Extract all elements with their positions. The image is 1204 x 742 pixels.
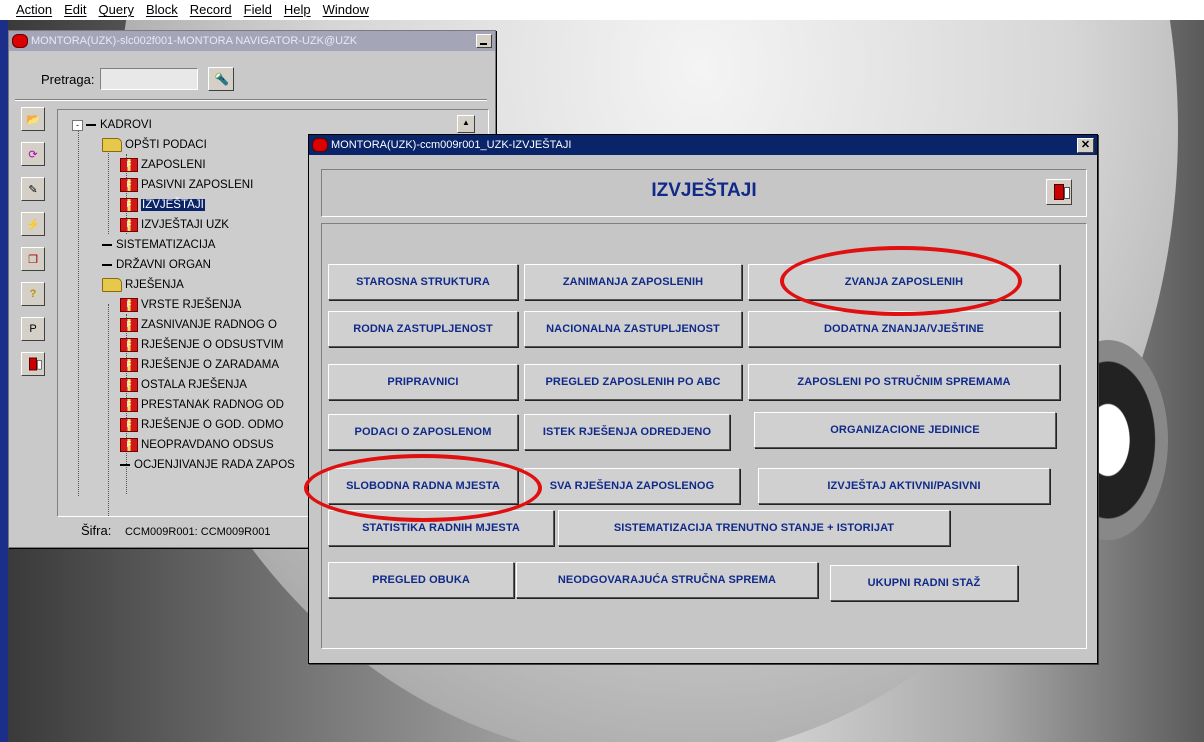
form-icon: F: [120, 438, 138, 452]
btn-istek-rjesenja[interactable]: ISTEK RJEŠENJA ODREDJENO: [524, 414, 730, 450]
menu-block[interactable]: Block: [144, 2, 180, 22]
btn-rodna-zastupljenost[interactable]: RODNA ZASTUPLJENOST: [328, 311, 518, 347]
btn-zvanja-zaposlenih[interactable]: ZVANJA ZAPOSLENIH: [748, 264, 1060, 300]
form-icon: F: [120, 398, 138, 412]
btn-starosna-struktura[interactable]: STAROSNA STRUKTURA: [328, 264, 518, 300]
tree-node-god-odmor[interactable]: F RJEŠENJE O GOD. ODMO: [120, 415, 284, 435]
tree-node-izvjestaji[interactable]: F IZVJEŠTAJI: [120, 195, 205, 215]
oracle-app-icon: [12, 34, 28, 48]
menu-record[interactable]: Record: [188, 2, 234, 22]
tree-node-izvjestaji-uzk[interactable]: F IZVJEŠTAJI UZK: [120, 215, 229, 235]
btn-pregled-obuka[interactable]: PREGLED OBUKA: [328, 562, 514, 598]
tree-node-kadrovi[interactable]: - KADROVI: [72, 115, 152, 135]
btn-organizacione-jedinice[interactable]: ORGANIZACIONE JEDINICE: [754, 412, 1056, 448]
form-icon: F: [120, 338, 138, 352]
form-icon: F: [120, 358, 138, 372]
sifra-value: CCM009R001: CCM009R001: [124, 526, 271, 538]
tree-node-drzavni-organ[interactable]: DRŽAVNI ORGAN: [102, 255, 211, 275]
btn-pripravnici[interactable]: PRIPRAVNICI: [328, 364, 518, 400]
btn-slobodna-radna-mjesta[interactable]: SLOBODNA RADNA MJESTA: [328, 468, 518, 504]
search-input[interactable]: [100, 68, 199, 90]
btn-nacionalna-zastupljenost[interactable]: NACIONALNA ZASTUPLJENOST: [524, 311, 742, 347]
reports-button-panel: STAROSNA STRUKTURA ZANIMANJA ZAPOSLENIH …: [321, 223, 1087, 649]
close-icon[interactable]: ✕: [1077, 137, 1094, 153]
menu-bar: Action Edit Query Block Record Field Hel…: [14, 2, 371, 22]
form-icon: F: [120, 178, 138, 192]
btn-sva-rjesenja-zaposlenog[interactable]: SVA RJEŠENJA ZAPOSLENOG: [524, 468, 740, 504]
exit-door-icon[interactable]: [1046, 179, 1072, 205]
menu-window[interactable]: Window: [321, 2, 371, 22]
reports-dialog: MONTORA(UZK)-ccm009r001_UZK-IZVJEŠTAJI ✕…: [308, 134, 1098, 664]
form-icon: F: [120, 218, 138, 232]
open-folder-icon: [102, 278, 122, 292]
exit-icon[interactable]: [21, 352, 45, 376]
search-label: Pretraga:: [41, 71, 95, 87]
tree-node-zasnivanje[interactable]: F ZASNIVANJE RADNOG O: [120, 315, 277, 335]
menu-field[interactable]: Field: [242, 2, 274, 22]
form-icon: F: [120, 298, 138, 312]
refresh-icon[interactable]: ⟳: [21, 142, 45, 166]
btn-sistematizacija-stanje[interactable]: SISTEMATIZACIJA TRENUTNO STANJE + ISTORI…: [558, 510, 950, 546]
btn-dodatna-znanja[interactable]: DODATNA ZNANJA/VJEŠTINE: [748, 311, 1060, 347]
menu-edit[interactable]: Edit: [62, 2, 88, 22]
tree-node-ostala-rjesenja[interactable]: F OSTALA RJEŠENJA: [120, 375, 247, 395]
form-icon: F: [120, 198, 138, 212]
menu-action[interactable]: Action: [14, 2, 54, 22]
navigator-titlebar[interactable]: MONTORA(UZK)-slc002f001-MONTORA NAVIGATO…: [9, 31, 495, 51]
dialog-titlebar[interactable]: MONTORA(UZK)-ccm009r001_UZK-IZVJEŠTAJI ✕: [309, 135, 1097, 155]
btn-zaposleni-po-spremama[interactable]: ZAPOSLENI PO STRUČNIM SPREMAMA: [748, 364, 1060, 400]
oracle-app-icon: [312, 138, 328, 152]
btn-podaci-o-zaposlenom[interactable]: PODACI O ZAPOSLENOM: [328, 414, 518, 450]
minimize-button[interactable]: [476, 34, 492, 48]
tree-node-pasivni-zaposleni[interactable]: F PASIVNI ZAPOSLENI: [120, 175, 253, 195]
tree-node-neopravdano[interactable]: F NEOPRAVDANO ODSUS: [120, 435, 274, 455]
dialog-header-panel: IZVJEŠTAJI: [321, 169, 1087, 217]
tree-node-ocjenjivanje[interactable]: OCJENJIVANJE RADA ZAPOS: [120, 455, 295, 475]
dialog-title: MONTORA(UZK)-ccm009r001_UZK-IZVJEŠTAJI: [331, 139, 572, 151]
open-folder-icon: [102, 138, 122, 152]
search-flashlight-icon[interactable]: 🔦: [208, 67, 235, 91]
form-icon: F: [120, 378, 138, 392]
menu-query[interactable]: Query: [97, 2, 136, 22]
sifra-row: Šifra: CCM009R001: CCM009R001: [81, 523, 270, 538]
form-icon: F: [120, 318, 138, 332]
scroll-up-arrow-icon[interactable]: ▲: [457, 115, 475, 133]
form-icon: F: [120, 158, 138, 172]
dialog-heading: IZVJEŠTAJI: [651, 180, 757, 201]
open-folder-icon[interactable]: 📂: [21, 107, 45, 131]
tree-node-rjesenja[interactable]: RJEŠENJA: [102, 275, 184, 295]
p-button[interactable]: P: [21, 317, 45, 341]
btn-ukupni-radni-staz[interactable]: UKUPNI RADNI STAŽ: [830, 565, 1018, 601]
tree-node-opsti-podaci[interactable]: OPŠTI PODACI: [102, 135, 207, 155]
edit-document-icon[interactable]: ✎: [21, 177, 45, 201]
help-icon[interactable]: ?: [21, 282, 45, 306]
divider: [15, 99, 487, 101]
navigator-toolbar: 📂 ⟳ ✎ ⚡ ❐ ? P: [21, 107, 45, 387]
sifra-label: Šifra:: [81, 523, 112, 538]
tree-node-zaposleni[interactable]: F ZAPOSLENI: [120, 155, 206, 175]
tree-node-odsustvima[interactable]: F RJEŠENJE O ODSUSTVIM: [120, 335, 284, 355]
btn-pregled-po-abc[interactable]: PREGLED ZAPOSLENIH PO ABC: [524, 364, 742, 400]
left-border-strip: [0, 20, 8, 742]
form-icon: F: [120, 418, 138, 432]
search-row: Pretraga: 🔦: [41, 67, 235, 91]
btn-neodgovarajuca-sprema[interactable]: NEODGOVARAJUĆA STRUČNA SPREMA: [516, 562, 818, 598]
selected-node-label: IZVJEŠTAJI: [141, 199, 205, 211]
tree-node-prestanak[interactable]: F PRESTANAK RADNOG OD: [120, 395, 284, 415]
copy-icon[interactable]: ❐: [21, 247, 45, 271]
tree-node-vrste-rjesenja[interactable]: F VRSTE RJEŠENJA: [120, 295, 241, 315]
collapse-icon[interactable]: -: [72, 119, 83, 131]
navigator-title: MONTORA(UZK)-slc002f001-MONTORA NAVIGATO…: [31, 35, 358, 47]
run-lightning-icon[interactable]: ⚡: [21, 212, 45, 236]
tree-node-sistematizacija[interactable]: SISTEMATIZACIJA: [102, 235, 215, 255]
btn-statistika-radnih-mjesta[interactable]: STATISTIKA RADNIH MJESTA: [328, 510, 554, 546]
tree-node-zaradama[interactable]: F RJEŠENJE O ZARADAMA: [120, 355, 279, 375]
btn-izvjestaj-aktivni-pasivni[interactable]: IZVJEŠTAJ AKTIVNI/PASIVNI: [758, 468, 1050, 504]
btn-zanimanja-zaposlenih[interactable]: ZANIMANJA ZAPOSLENIH: [524, 264, 742, 300]
menu-help[interactable]: Help: [282, 2, 313, 22]
